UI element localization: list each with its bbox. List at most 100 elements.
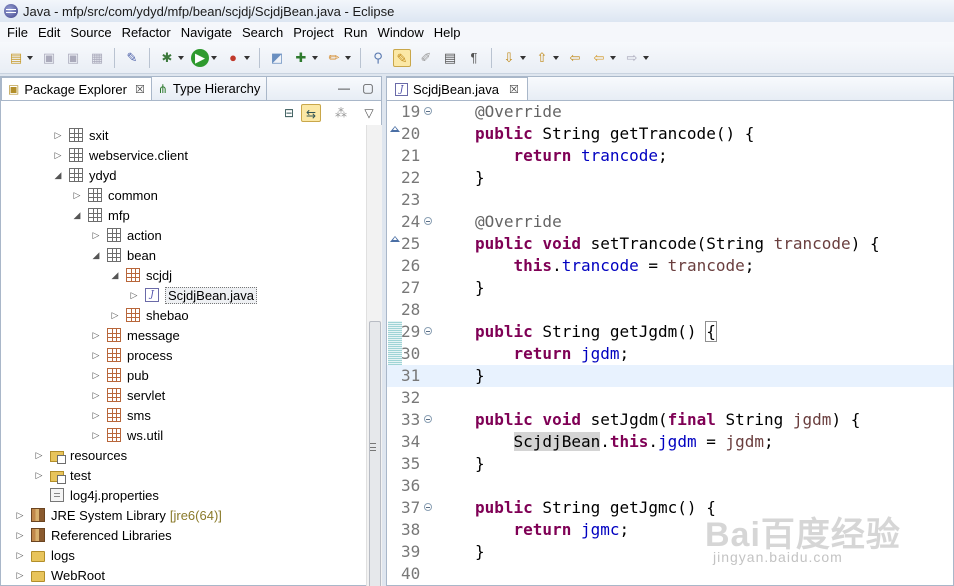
menu-search[interactable]: Search [237,25,288,40]
code-line[interactable]: 23 [387,189,953,211]
collapsed-arrow-icon[interactable]: ▷ [53,150,63,161]
code-line[interactable]: 35} [387,453,953,475]
tree-item[interactable]: ▷ process [91,345,173,365]
close-icon[interactable]: ☒ [509,83,519,96]
code-line[interactable]: 22} [387,167,953,189]
maximize-icon[interactable]: ▢ [361,81,375,95]
code-line[interactable]: 21 return trancode; [387,145,953,167]
new-package-icon[interactable]: ✚ [292,49,318,67]
code-line[interactable]: 38 return jgmc; [387,519,953,541]
tree-item[interactable]: ▷ sxit [53,125,109,145]
code-line[interactable]: 19 @Override [387,101,953,123]
tab-package-explorer[interactable]: ▣ Package Explorer ☒ [1,77,152,100]
code-line[interactable]: 25 public void setTrancode(String trancod… [387,233,953,255]
tree-item[interactable]: ▷ pub [91,365,149,385]
external-tools-icon[interactable]: ● [224,49,250,67]
menu-help[interactable]: Help [429,25,466,40]
collapsed-arrow-icon[interactable]: ▷ [34,450,44,461]
new-java-project-icon[interactable]: ◩ [268,49,286,67]
tree-item[interactable]: ▷ message [91,325,180,345]
menu-file[interactable]: File [2,25,33,40]
next-annotation-icon[interactable]: ⇩ [500,49,526,67]
open-type-icon[interactable]: ✏ [325,49,351,67]
code-line[interactable]: 20 public String getTrancode() { [387,123,953,145]
tree-item[interactable]: ▷ JRE System Library [jre6(64)] [15,505,222,525]
previous-annotation-icon[interactable]: ⇧ [533,49,559,67]
tree-item[interactable]: ▷ ws.util [91,425,164,445]
back-icon[interactable]: ⇦ [590,49,616,67]
search-icon[interactable]: ⚲ [369,49,387,67]
fold-toggle-icon[interactable] [424,503,432,511]
collapsed-arrow-icon[interactable]: ▷ [129,290,139,301]
save-all-icon[interactable]: ▣ [64,49,82,67]
view-menu-icon[interactable]: ▽ [359,104,379,122]
fold-toggle-icon[interactable] [424,107,432,115]
menu-run[interactable]: Run [339,25,373,40]
code-line[interactable]: 37 public String getJgmc() { [387,497,953,519]
collapsed-arrow-icon[interactable]: ▷ [15,550,25,561]
collapsed-arrow-icon[interactable]: ▷ [15,530,25,541]
block-selection-icon[interactable]: ¶ [465,49,483,67]
highlight-icon[interactable]: ✐ [417,49,435,67]
debug-icon[interactable]: ✱ [158,49,184,67]
save-icon[interactable]: ▣ [40,49,58,67]
code-area[interactable]: 19 @Override 20 public String getTrancode()… [387,101,953,586]
toggle-mark-occurrences-icon[interactable]: ✎ [393,48,411,67]
pin-icon[interactable]: ✎ [123,49,141,67]
code-line[interactable]: 31} [387,365,953,387]
run-icon[interactable]: ▶ [191,48,217,67]
expanded-arrow-icon[interactable]: ◢ [91,250,101,261]
collapsed-arrow-icon[interactable]: ▷ [110,310,120,321]
tree-item[interactable]: ◢ mfp [72,205,130,225]
code-line[interactable]: 32 [387,387,953,409]
collapsed-arrow-icon[interactable]: ▷ [91,330,101,341]
tree-item[interactable]: ▷ action [91,225,162,245]
vertical-scrollbar[interactable] [366,125,382,586]
menu-window[interactable]: Window [373,25,429,40]
tree-item[interactable]: ▷ logs [15,545,75,565]
code-line[interactable]: 40 [387,563,953,585]
tree-item[interactable]: ▷ shebao [110,305,189,325]
tree-item[interactable]: log4j.properties [34,485,159,505]
code-line[interactable]: 36 [387,475,953,497]
expanded-arrow-icon[interactable]: ◢ [72,210,82,221]
fold-toggle-icon[interactable] [424,327,432,335]
tab-scjdjbean-java[interactable]: J ScjdjBean.java ☒ [387,77,528,100]
code-line[interactable]: 26 this.trancode = trancode; [387,255,953,277]
tree-item[interactable]: ▷ J ScjdjBean.java [129,285,257,305]
collapsed-arrow-icon[interactable]: ▷ [72,190,82,201]
show-whitespace-icon[interactable]: ▤ [441,49,459,67]
tree-item[interactable]: ▷ common [72,185,158,205]
menu-source[interactable]: Source [65,25,116,40]
menu-edit[interactable]: Edit [33,25,65,40]
forward-icon[interactable]: ⇨ [623,49,649,67]
menu-navigate[interactable]: Navigate [176,25,237,40]
tree-item[interactable]: ◢ bean [91,245,156,265]
scrollbar-thumb[interactable] [369,321,381,586]
tree-item[interactable]: ▷ servlet [91,385,166,405]
tree-item[interactable]: ◢ scjdj [110,265,172,285]
collapsed-arrow-icon[interactable]: ▷ [91,390,101,401]
collapsed-arrow-icon[interactable]: ▷ [91,410,101,421]
tree-item[interactable]: ▷ WebRoot [15,565,105,585]
code-line[interactable]: 24 @Override [387,211,953,233]
tree-item[interactable]: ▷ sms [91,405,151,425]
collapsed-arrow-icon[interactable]: ▷ [34,470,44,481]
collapsed-arrow-icon[interactable]: ▷ [91,370,101,381]
menu-project[interactable]: Project [288,25,338,40]
print-icon[interactable]: ▦ [88,49,106,67]
fold-toggle-icon[interactable] [424,217,432,225]
filters-icon[interactable]: ⁂ [331,104,351,122]
collapsed-arrow-icon[interactable]: ▷ [91,430,101,441]
tree-item[interactable]: ◢ ydyd [53,165,117,185]
collapsed-arrow-icon[interactable]: ▷ [15,510,25,521]
tree-item[interactable]: ▷ resources [34,445,127,465]
new-icon[interactable]: ▤ [7,49,33,67]
collapsed-arrow-icon[interactable]: ▷ [53,130,63,141]
fold-toggle-icon[interactable] [424,415,432,423]
tree-item[interactable]: ▷ Referenced Libraries [15,525,172,545]
link-with-editor-icon[interactable]: ⇆ [301,104,321,122]
code-line[interactable]: 34 ScjdjBean.this.jgdm = jgdm; [387,431,953,453]
code-line[interactable]: 33 public void setJgdm(final String jgdm)… [387,409,953,431]
collapsed-arrow-icon[interactable]: ▷ [91,230,101,241]
